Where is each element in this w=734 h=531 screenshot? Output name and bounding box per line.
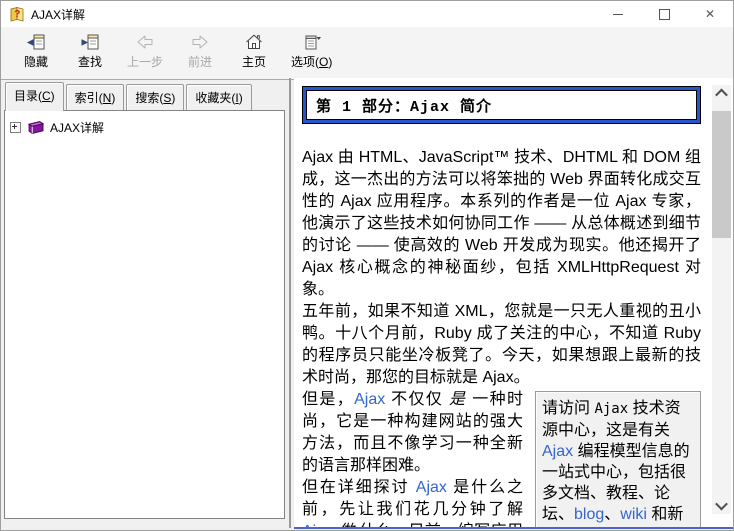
topic-pane: 第 1 部分：Ajax 简介 Ajax 由 HTML、JavaScript™ 技… (294, 78, 733, 528)
navigation-pane: 目录(C) 索引(N) 搜索(S) 收藏夹(I) AJAX详解 (4, 82, 285, 519)
maximize-icon (659, 9, 670, 20)
text-segment: 但在详细探讨 (302, 479, 416, 496)
topic-heading-box: 第 1 部分：Ajax 简介 (302, 86, 701, 124)
options-label-pre: 选项( (291, 55, 319, 69)
svg-text:?: ? (14, 9, 20, 20)
scrollbar-thumb[interactable] (712, 111, 731, 238)
tab-index[interactable]: 索引(N) (66, 84, 125, 110)
text-segment: 但是， (302, 391, 354, 408)
paragraph: Ajax 由 HTML、JavaScript™ 技术、DHTML 和 DOM 组… (302, 147, 701, 301)
home-label: 主页 (242, 53, 266, 70)
tab-label-post: ) (51, 89, 55, 103)
tab-strip: 目录(C) 索引(N) 搜索(S) 收藏夹(I) (4, 82, 285, 110)
hide-button[interactable]: 隐藏 (9, 31, 63, 71)
find-button[interactable]: 查找 (63, 31, 117, 71)
find-icon (80, 32, 100, 52)
tab-favorites[interactable]: 收藏夹(I) (186, 84, 251, 110)
tab-label-pre: 搜索( (135, 91, 163, 105)
tab-label-post: ) (171, 91, 175, 105)
tab-label-pre: 目录( (14, 89, 42, 103)
text-segment: 是 (449, 391, 466, 408)
tab-label-post: ) (239, 91, 243, 105)
scroll-up-button[interactable] (712, 85, 731, 102)
inline-link[interactable]: wiki (620, 506, 647, 523)
topic-heading: 第 1 部分：Ajax 简介 (306, 90, 697, 120)
topic-body: Ajax 由 HTML、JavaScript™ 技术、DHTML 和 DOM 组… (302, 147, 701, 528)
options-button[interactable]: 选项(O) (281, 31, 342, 71)
options-label-key: O (319, 55, 328, 69)
text-segment: 、 (604, 506, 620, 523)
scrollbar-track[interactable] (712, 102, 731, 497)
tab-label-key: C (42, 89, 51, 103)
home-button[interactable]: 主页 (227, 31, 281, 71)
titlebar: ? AJAX详解 ✕ (1, 1, 733, 27)
inline-link[interactable]: blog (574, 506, 604, 523)
forward-button[interactable]: 前进 (173, 31, 227, 71)
help-book-icon: ? (9, 6, 25, 22)
options-icon (302, 32, 322, 52)
text-segment: Ajax (594, 401, 628, 417)
find-label: 查找 (78, 53, 102, 70)
hide-label: 隐藏 (24, 53, 48, 70)
bottom-edge-accent (294, 527, 733, 529)
forward-label: 前进 (188, 53, 212, 70)
tab-contents[interactable]: 目录(C) (5, 82, 64, 111)
text-segment: 请访问 (542, 400, 594, 417)
tab-search[interactable]: 搜索(S) (126, 84, 184, 110)
options-label-post: ) (328, 55, 332, 69)
scroll-down-button[interactable] (712, 497, 731, 514)
back-label: 上一步 (127, 53, 163, 70)
inline-link[interactable]: Ajax (416, 479, 447, 496)
scroll-up-icon (715, 89, 728, 102)
options-label: 选项(O) (291, 53, 332, 70)
book-icon (27, 120, 45, 135)
back-button[interactable]: 上一步 (117, 31, 173, 71)
paragraph: 五年前，如果不知道 XML，您就是一只无人重视的丑小鸭。十八个月前，Ruby 成… (302, 301, 701, 389)
vertical-scrollbar[interactable] (712, 85, 731, 514)
contents-tree: AJAX详解 (4, 110, 285, 519)
home-icon (244, 32, 264, 52)
close-button[interactable]: ✕ (687, 1, 733, 27)
back-arrow-icon (135, 32, 155, 52)
inline-link[interactable]: Ajax (542, 443, 573, 460)
maximize-button[interactable] (641, 1, 687, 27)
dropdown-arrow-icon (316, 37, 321, 40)
tree-item-label: AJAX详解 (50, 119, 104, 136)
scroll-down-icon (715, 498, 728, 511)
tab-label-pre: 收藏夹( (195, 91, 235, 105)
hide-panel-icon (26, 32, 46, 52)
inline-link[interactable]: Ajax (354, 391, 385, 408)
close-icon: ✕ (705, 8, 715, 20)
minimize-button[interactable] (595, 1, 641, 27)
text-segment: 和新 (647, 506, 683, 523)
text-segment: 五年前，如果不知道 XML，您就是一只无人重视的丑小鸭。十八个月前，Ruby 成… (302, 303, 701, 386)
toolbar: 隐藏 查找 上一步 前进 (1, 27, 733, 80)
forward-arrow-icon (190, 32, 210, 52)
text-segment: Ajax 由 HTML、JavaScript™ 技术、DHTML 和 DOM 组… (302, 149, 701, 298)
resource-callout-box: 请访问 Ajax 技术资源中心，这是有关 Ajax 编程模型信息的一站式中心，包… (535, 391, 701, 528)
help-viewer-window: ? AJAX详解 ✕ 隐藏 (0, 0, 734, 531)
window-title: AJAX详解 (31, 6, 85, 23)
main-area: 目录(C) 索引(N) 搜索(S) 收藏夹(I) AJAX详解 (1, 78, 733, 528)
tab-label-pre: 索引( (75, 91, 103, 105)
tree-item-ajax[interactable]: AJAX详解 (10, 119, 279, 136)
minimize-icon (613, 14, 623, 15)
topic-content: 第 1 部分：Ajax 简介 Ajax 由 HTML、JavaScript™ 技… (302, 86, 701, 528)
text-segment: 不仅仅 (385, 391, 449, 408)
window-controls: ✕ (595, 1, 733, 27)
tab-label-post: ) (111, 91, 115, 105)
plus-expander-icon[interactable] (10, 122, 21, 133)
